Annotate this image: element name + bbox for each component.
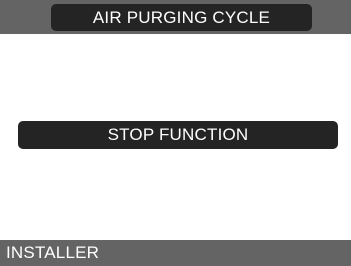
header-bar: AIR PURGING CYCLE	[0, 0, 351, 34]
page-title: AIR PURGING CYCLE	[51, 4, 312, 31]
user-level-label: INSTALLER	[6, 243, 100, 262]
display-screen: AIR PURGING CYCLE STOP FUNCTION INSTALLE…	[0, 0, 351, 266]
footer-bar: INSTALLER	[0, 240, 351, 266]
stop-function-button[interactable]: STOP FUNCTION	[18, 121, 338, 149]
